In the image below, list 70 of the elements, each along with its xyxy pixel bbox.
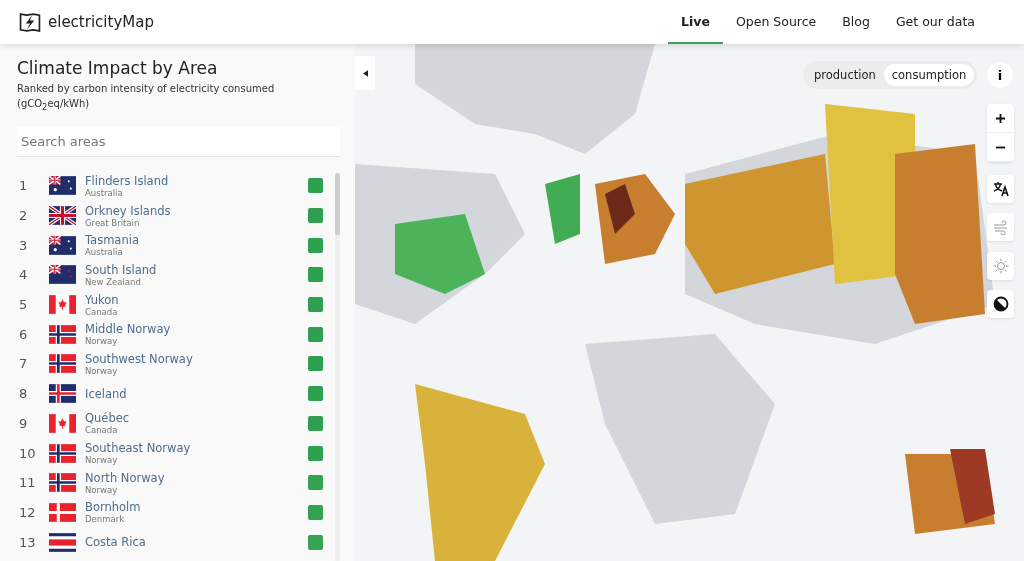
wind-icon [992,219,1009,235]
area-name-link[interactable]: Orkney Islands [85,203,308,218]
rank-number: 7 [18,356,29,372]
area-name-link[interactable]: Costa Rica [85,535,308,550]
logo-text: electricityMap [48,13,154,31]
area-name-link[interactable]: South Island [85,262,308,277]
rank-number: 5 [18,297,29,313]
flag-icon [49,176,76,196]
search-field[interactable]: Search areas [17,127,340,157]
area-name-link[interactable]: Flinders Island [85,173,308,188]
rank-number: 6 [18,326,29,342]
language-button[interactable] [987,175,1014,203]
country-name: Norway [85,484,119,495]
area-name-link[interactable]: Bornholm [85,500,308,515]
flag-icon [49,473,76,493]
area-name-link[interactable]: Iceland [85,386,308,401]
panel-subtitle: Ranked by carbon intensity of electricity consumed (gCO$_{2}$eq/kWh) [17,82,276,114]
caret-icon [362,69,368,77]
flag-icon [49,413,76,433]
area-name-link[interactable]: North Norway [85,470,308,485]
area-name-link[interactable]: Yukon [85,292,308,307]
flag-icon [49,324,76,344]
sun-icon [992,258,1009,274]
theme-button[interactable] [987,290,1014,318]
rank-number: 4 [18,267,29,283]
country-name: Australia [85,187,124,198]
rank-number: 13 [18,534,37,550]
nav-tab[interactable]: Get our data [882,0,988,44]
rank-number: 2 [18,208,29,224]
flag-icon [49,532,76,552]
area-name-link[interactable]: Québec [85,411,308,426]
flag-icon [49,502,76,522]
country-name: Australia [85,247,124,258]
country-name: New Zealand [85,276,142,287]
plus-icon [995,112,1006,124]
mode-option[interactable]: consumption [883,64,975,86]
panel-title: Climate Impact by Area [17,58,219,78]
nav-tab[interactable]: Blog [829,0,883,44]
country-name: Denmark [85,514,126,525]
rank-number: 11 [18,475,37,491]
logo-icon [18,11,42,33]
country-name: Norway [85,336,119,347]
country-name: Norway [85,455,119,466]
flag-icon [49,235,76,255]
country-name: Canada [85,306,119,317]
flag-icon [49,443,76,463]
flag-icon [49,265,76,285]
rank-number: 3 [18,237,29,253]
flag-icon [49,295,76,315]
rank-number: 10 [18,445,37,461]
nav-tab[interactable]: Open Source [722,0,830,44]
rank-number: 12 [18,504,37,520]
area-name-link[interactable]: Tasmania [85,233,308,248]
scrollbar[interactable] [335,173,340,561]
country-name: Norway [85,365,119,376]
rank-number: 1 [18,178,29,194]
collapse-panel-button[interactable] [355,56,375,90]
area-name-link[interactable]: Middle Norway [85,322,308,337]
flag-icon [49,384,76,404]
mode-option[interactable]: production [806,64,884,86]
translate-icon [992,181,1009,197]
area-name-link[interactable]: Southeast Norway [85,441,308,456]
rank-number: 9 [18,415,29,431]
flag-icon [49,354,76,374]
country-name: Great Britain [85,217,141,228]
country-name: Canada [85,425,119,436]
area-name-link[interactable]: Southwest Norway [85,351,308,366]
flag-icon [49,206,76,226]
rank-number: 8 [18,386,29,402]
contrast-icon [992,296,1009,312]
